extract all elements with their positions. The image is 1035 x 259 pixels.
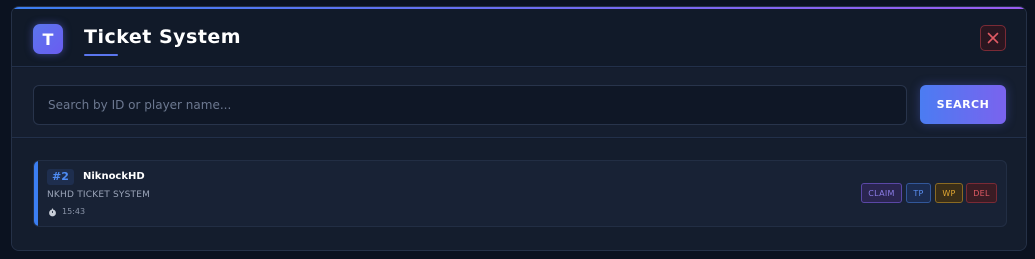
ticket-subject: NKHD TICKET SYSTEM [47, 190, 151, 200]
ticket-system-panel: T Ticket System SEARCH #2 NiknockHD NKHD… [11, 6, 1027, 251]
ticket-time: 15:43 [62, 207, 86, 216]
title-underline [84, 54, 118, 56]
teleport-button[interactable]: TP [906, 183, 931, 203]
claim-button[interactable]: CLAIM [861, 183, 902, 203]
search-bar: SEARCH [12, 68, 1026, 138]
search-button[interactable]: SEARCH [920, 85, 1006, 124]
waypoint-button[interactable]: WP [935, 183, 963, 203]
search-input[interactable] [33, 85, 907, 125]
clock-icon [49, 208, 56, 217]
ticket-accent-bar [34, 161, 38, 226]
panel-header: T Ticket System [12, 9, 1026, 67]
ticket-list: #2 NiknockHD NKHD TICKET SYSTEM 15:43 CL… [12, 139, 1026, 250]
ticket-id-badge: #2 [47, 169, 74, 185]
page-title: Ticket System [84, 26, 242, 48]
close-button[interactable] [980, 25, 1006, 51]
delete-button[interactable]: DEL [966, 183, 997, 203]
app-logo: T [33, 24, 63, 54]
close-icon [987, 32, 999, 44]
ticket-player-name: NiknockHD [83, 171, 145, 182]
ticket-card[interactable]: #2 NiknockHD NKHD TICKET SYSTEM 15:43 CL… [33, 160, 1007, 227]
